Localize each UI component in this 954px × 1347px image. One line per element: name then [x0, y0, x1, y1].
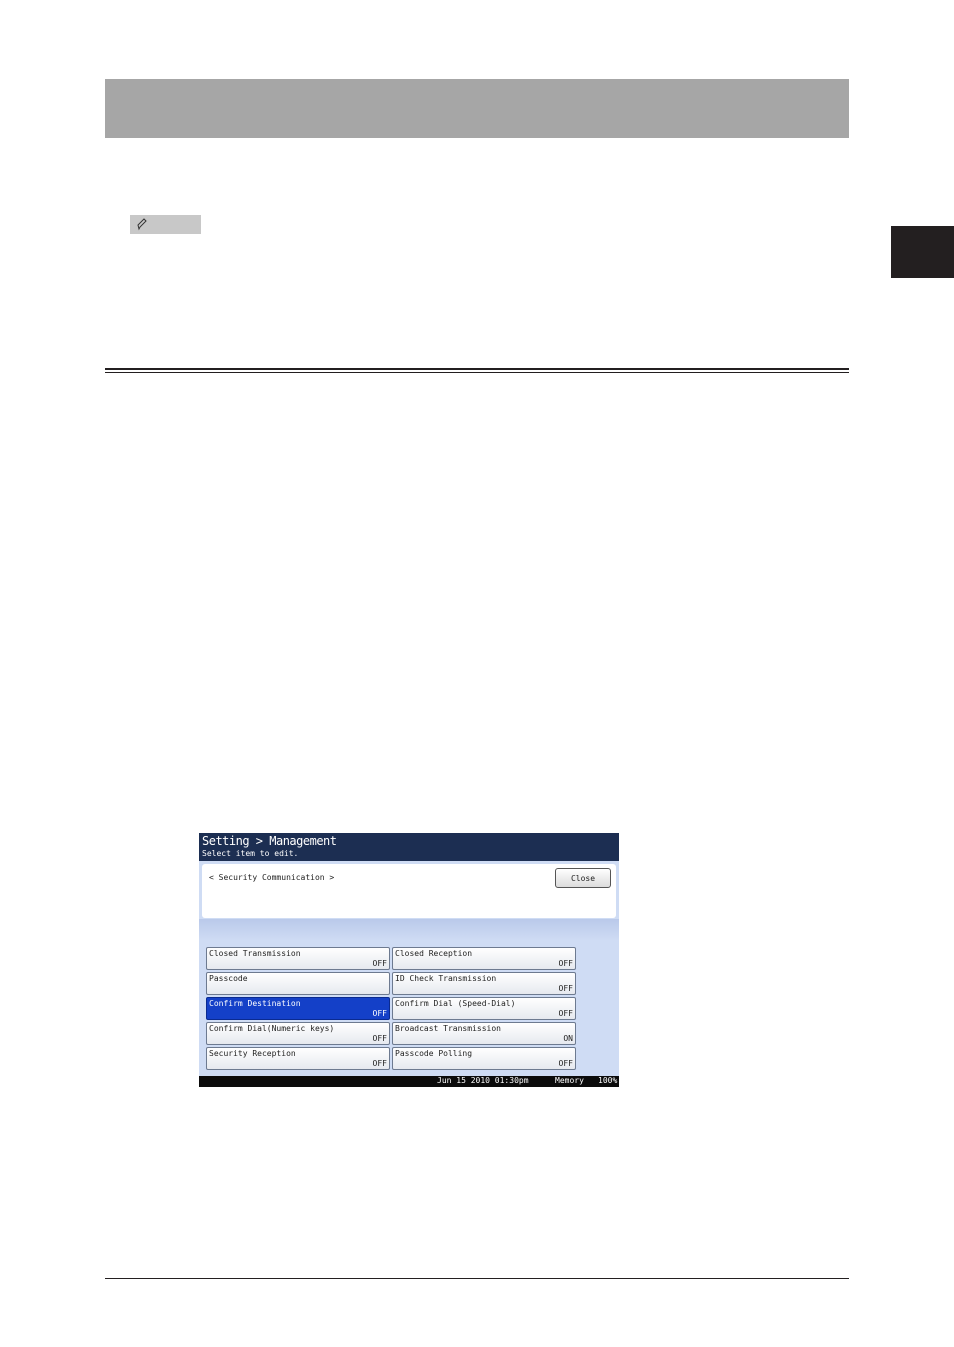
- option-value: OFF: [558, 984, 573, 993]
- info-panel: < Security Communication >: [202, 864, 616, 918]
- chapter-tab: [891, 226, 954, 278]
- footer-rule: [105, 1278, 849, 1279]
- option-confirm-dial-speed-dial[interactable]: Confirm Dial (Speed-Dial) OFF: [392, 997, 576, 1020]
- option-value: OFF: [558, 1009, 573, 1018]
- option-name: Confirm Destination: [209, 999, 301, 1008]
- option-closed-reception[interactable]: Closed Reception OFF: [392, 947, 576, 970]
- option-confirm-destination[interactable]: Confirm Destination OFF: [206, 997, 390, 1020]
- status-memory-value: 100%: [598, 1076, 618, 1085]
- device-screen: Setting > Management Select item to edit…: [199, 833, 619, 1087]
- option-value: ON: [563, 1034, 573, 1043]
- option-id-check-transmission[interactable]: ID Check Transmission OFF: [392, 972, 576, 995]
- option-confirm-dial-numeric-keys[interactable]: Confirm Dial(Numeric keys) OFF: [206, 1022, 390, 1045]
- option-name: ID Check Transmission: [395, 974, 497, 983]
- option-name: Broadcast Transmission: [395, 1024, 501, 1033]
- section-rule-thin: [105, 372, 849, 373]
- section-header-bar: [105, 79, 849, 138]
- panel-label: < Security Communication >: [209, 873, 335, 882]
- option-name: Security Reception: [209, 1049, 296, 1058]
- screen-subtitle: Select item to edit.: [202, 849, 299, 858]
- option-value: OFF: [372, 959, 387, 968]
- title-bar: Setting > Management Select item to edit…: [199, 833, 619, 861]
- screen-title: Setting > Management: [202, 834, 337, 848]
- status-bar: Jun 15 2010 01:30pm Memory 100%: [199, 1076, 619, 1087]
- status-date: Jun 15 2010 01:30pm: [437, 1076, 529, 1085]
- option-name: Confirm Dial (Speed-Dial): [395, 999, 516, 1008]
- option-name: Passcode Polling: [395, 1049, 473, 1058]
- option-name: Closed Reception: [395, 949, 473, 958]
- option-passcode-polling[interactable]: Passcode Polling OFF: [392, 1047, 576, 1070]
- option-value: OFF: [558, 1059, 573, 1068]
- option-value: OFF: [372, 1059, 387, 1068]
- gradient-band: [199, 919, 619, 941]
- close-button[interactable]: Close: [555, 868, 611, 888]
- status-memory-label: Memory: [555, 1076, 584, 1085]
- option-name: Passcode: [209, 974, 248, 983]
- option-name: Confirm Dial(Numeric keys): [209, 1024, 335, 1033]
- option-passcode[interactable]: Passcode: [206, 972, 390, 995]
- option-closed-transmission[interactable]: Closed Transmission OFF: [206, 947, 390, 970]
- option-security-reception[interactable]: Security Reception OFF: [206, 1047, 390, 1070]
- option-broadcast-transmission[interactable]: Broadcast Transmission ON: [392, 1022, 576, 1045]
- option-value: OFF: [372, 1009, 387, 1018]
- option-name: Closed Transmission: [209, 949, 301, 958]
- option-value: OFF: [372, 1034, 387, 1043]
- note-pencil-icon: [137, 218, 147, 231]
- option-value: OFF: [558, 959, 573, 968]
- note-tag: [130, 215, 201, 234]
- section-rule: [105, 368, 849, 370]
